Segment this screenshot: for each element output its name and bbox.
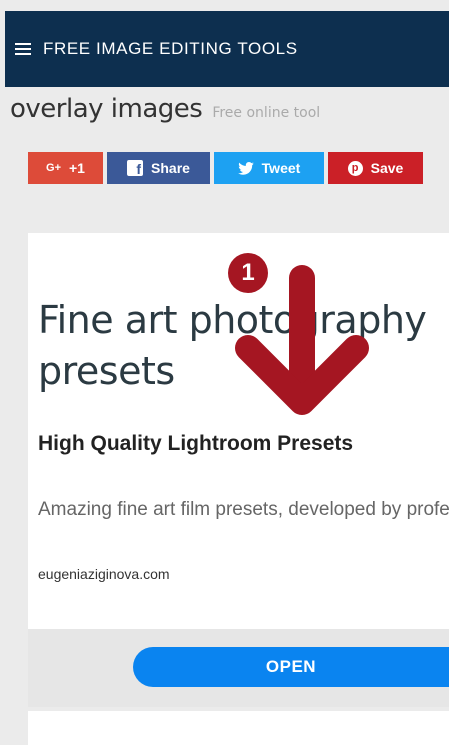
site-title[interactable]: FREE IMAGE EDITING TOOLS [43,39,298,59]
ad-subtitle[interactable]: High Quality Lightroom Presets [38,432,353,456]
pinterest-save-label: Save [370,160,404,176]
page-heading: overlay images Free online tool [10,94,320,134]
page-subtitle: Free online tool [212,105,321,121]
google-plus-button[interactable]: G+ +1 [28,152,103,184]
twitter-icon [237,161,254,175]
ad-cta-area: OPEN [28,629,449,707]
pinterest-icon: p [347,160,363,176]
next-content-card [28,711,449,745]
google-plus-icon: G+ [46,162,61,174]
facebook-share-button[interactable]: f Share [107,152,210,184]
hamburger-menu-icon[interactable] [15,43,31,55]
google-plus-label: +1 [69,160,85,176]
twitter-tweet-button[interactable]: Tweet [214,152,324,184]
page-title: overlay images [10,94,203,124]
facebook-icon: f [127,160,144,176]
facebook-share-label: Share [151,160,190,176]
twitter-tweet-label: Tweet [261,160,301,176]
ad-description: Amazing fine art film presets, developed… [38,499,449,520]
ad-domain[interactable]: eugeniaziginova.com [38,566,170,582]
open-button[interactable]: OPEN [133,647,449,687]
top-navigation-bar: FREE IMAGE EDITING TOOLS [5,11,449,87]
step-number-badge: 1 [228,253,268,293]
share-buttons: G+ +1 f Share Tweet p Save [28,152,423,184]
pinterest-save-button[interactable]: p Save [328,152,423,184]
